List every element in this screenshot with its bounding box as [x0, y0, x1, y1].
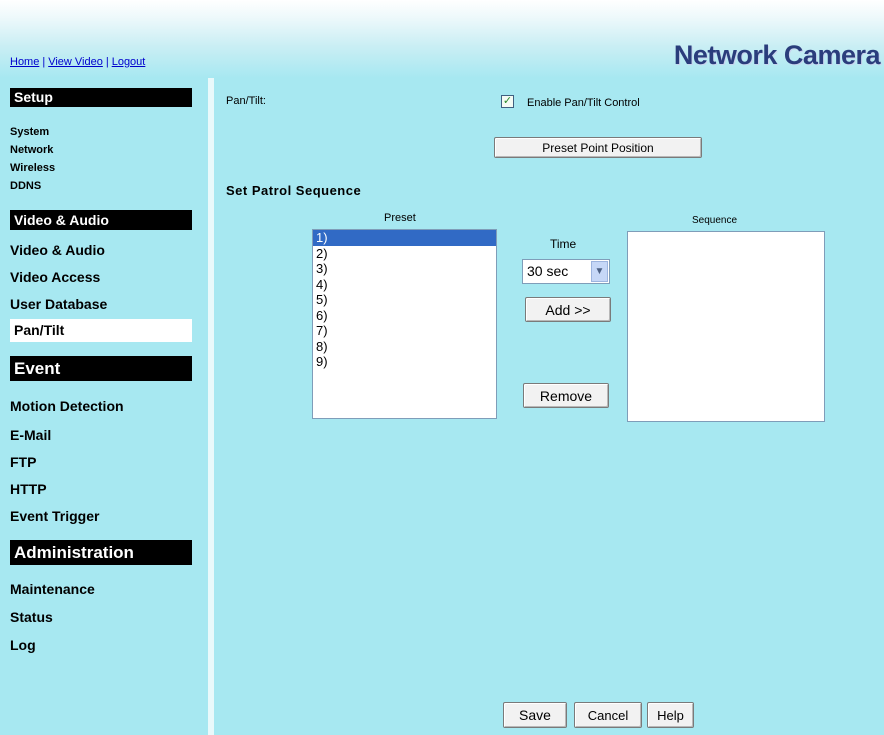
save-button[interactable]: Save — [503, 702, 567, 728]
patrol-sequence-title: Set Patrol Sequence — [226, 183, 362, 198]
help-button[interactable]: Help — [647, 702, 694, 728]
sidebar-item-ftp[interactable]: FTP — [10, 454, 36, 470]
top-nav: Home | View Video | Logout — [10, 56, 145, 68]
preset-option[interactable]: 5) — [313, 292, 496, 308]
cancel-button[interactable]: Cancel — [574, 702, 642, 728]
sidebar-heading-administration[interactable]: Administration — [10, 540, 192, 565]
add-button[interactable]: Add >> — [525, 297, 611, 322]
sidebar-item-event-trigger[interactable]: Event Trigger — [10, 508, 99, 524]
sidebar-item-video-access[interactable]: Video Access — [10, 269, 100, 285]
sidebar-item-system[interactable]: System — [10, 126, 49, 138]
sidebar-item-log[interactable]: Log — [10, 637, 36, 653]
sidebar-item-email[interactable]: E-Mail — [10, 427, 51, 443]
remove-button[interactable]: Remove — [523, 383, 609, 408]
preset-option[interactable]: 7) — [313, 323, 496, 339]
sequence-label: Sequence — [692, 215, 738, 226]
preset-listbox[interactable]: 1) 2) 3) 4) 5) 6) 7) 8) 9) — [312, 229, 497, 419]
sidebar-item-maintenance[interactable]: Maintenance — [10, 581, 95, 597]
sequence-listbox[interactable] — [627, 231, 825, 422]
sidebar-heading-event[interactable]: Event — [10, 356, 192, 381]
pan-tilt-label: Pan/Tilt: — [226, 95, 266, 107]
time-select[interactable]: 30 sec ▼ — [522, 259, 610, 284]
sidebar-item-http[interactable]: HTTP — [10, 481, 47, 497]
preset-option[interactable]: 9) — [313, 354, 496, 370]
view-video-link[interactable]: View Video — [48, 56, 103, 68]
logout-link[interactable]: Logout — [112, 56, 146, 68]
sidebar-item-ddns[interactable]: DDNS — [10, 180, 41, 192]
home-link[interactable]: Home — [10, 56, 39, 68]
preset-option[interactable]: 1) — [313, 230, 496, 246]
check-icon: ✓ — [502, 95, 513, 107]
sidebar-item-pan-tilt[interactable]: Pan/Tilt — [10, 319, 192, 342]
time-select-value: 30 sec — [527, 263, 569, 279]
enable-pan-tilt-label: Enable Pan/Tilt Control — [527, 97, 640, 109]
preset-point-position-button[interactable]: Preset Point Position — [494, 137, 702, 158]
sidebar-item-video-audio[interactable]: Video & Audio — [10, 242, 105, 258]
sidebar-item-wireless[interactable]: Wireless — [10, 162, 55, 174]
brand-title: Network Camera — [673, 40, 881, 70]
preset-option[interactable]: 3) — [313, 261, 496, 277]
sidebar-item-motion-detection[interactable]: Motion Detection — [10, 398, 124, 414]
sidebar-heading-video-audio[interactable]: Video & Audio — [10, 210, 192, 230]
sidebar-heading-setup[interactable]: Setup — [10, 88, 192, 107]
sidebar-item-user-database[interactable]: User Database — [10, 296, 107, 312]
sidebar-item-status[interactable]: Status — [10, 609, 53, 625]
chevron-down-icon[interactable]: ▼ — [591, 261, 608, 282]
preset-option[interactable]: 2) — [313, 246, 496, 262]
preset-option[interactable]: 4) — [313, 277, 496, 293]
time-label: Time — [550, 237, 577, 251]
link-separator: | — [42, 56, 46, 68]
preset-option[interactable]: 8) — [313, 339, 496, 355]
link-separator: | — [105, 56, 109, 68]
enable-pan-tilt-checkbox[interactable]: ✓ — [501, 95, 514, 108]
preset-label: Preset — [384, 212, 416, 224]
preset-option[interactable]: 6) — [313, 308, 496, 324]
sidebar: Setup System Network Wireless DDNS Video… — [10, 88, 206, 735]
sidebar-item-network[interactable]: Network — [10, 144, 53, 156]
